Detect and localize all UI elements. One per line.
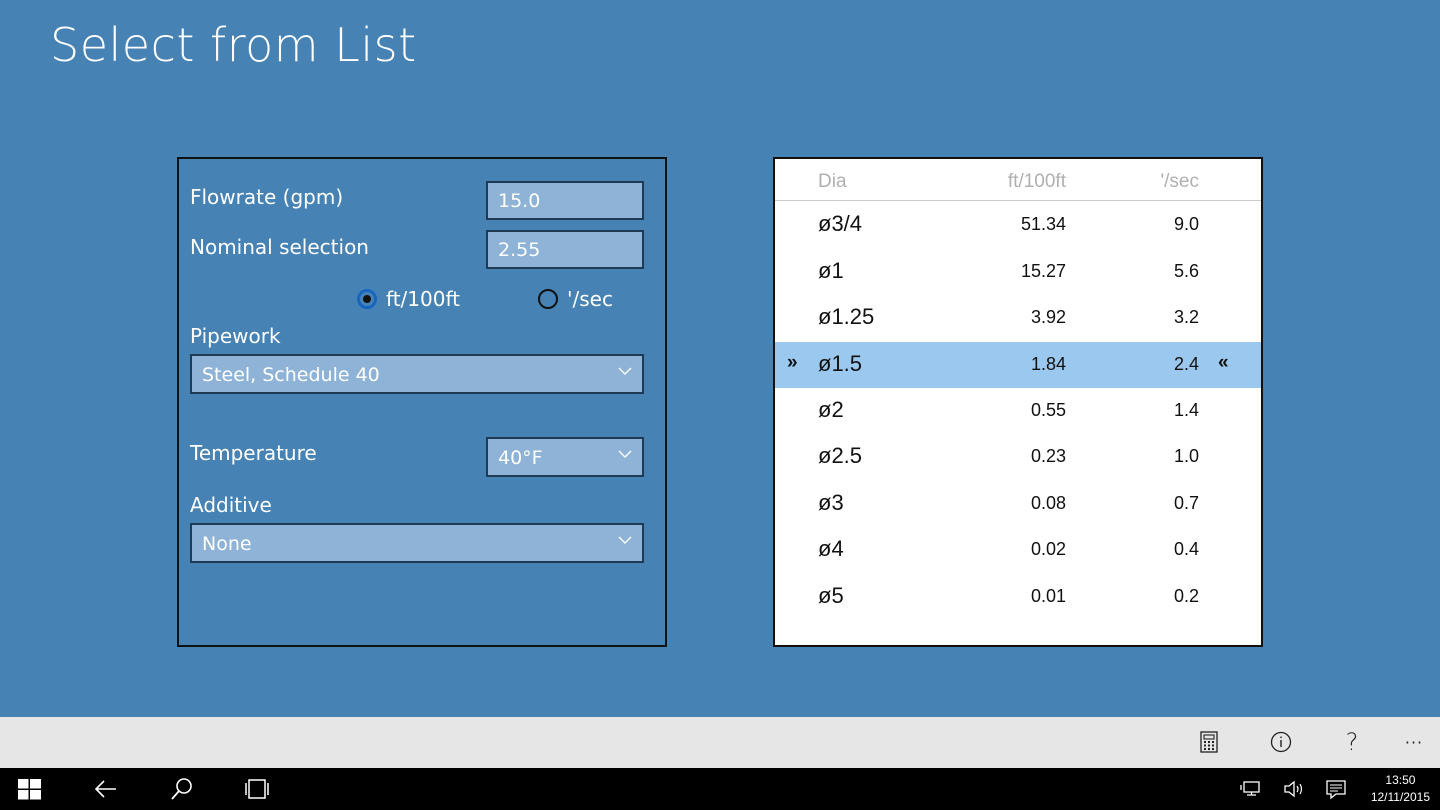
more-button[interactable]: ··· <box>1401 729 1427 755</box>
ft-per-sec-cell: 3.2 <box>1173 307 1199 328</box>
dia-cell: ø3/4 <box>818 211 863 237</box>
app-bar: ? ··· <box>0 717 1440 768</box>
dia-cell: ø1 <box>818 257 844 283</box>
ft-per-100ft-cell: 1.84 <box>1030 353 1066 374</box>
ft-per-sec-cell: 0.4 <box>1173 539 1199 560</box>
column-header-ft-per-100ft: ft/100ft <box>1007 171 1066 192</box>
additive-label: Additive <box>190 493 272 517</box>
table-row[interactable]: ø5 0.01 0.2 <box>775 574 1261 620</box>
table-row[interactable]: ø3/4 51.34 9.0 <box>775 202 1261 248</box>
temperature-label: Temperature <box>190 441 317 465</box>
chevron-down-icon <box>618 536 632 544</box>
ft-per-sec-cell: 1.0 <box>1173 446 1199 467</box>
table-row[interactable]: » « ø1.5 1.84 2.4 <box>775 341 1261 388</box>
additive-value: None <box>202 533 252 555</box>
ft-per-sec-cell: 0.2 <box>1173 585 1199 606</box>
help-button[interactable]: ? <box>1339 728 1365 756</box>
calculator-icon <box>1200 731 1218 753</box>
clock-date: 12/11/2015 <box>1370 790 1430 804</box>
ft-per-100ft-cell: 3.92 <box>1030 307 1066 328</box>
dia-cell: ø2 <box>818 396 844 422</box>
ft-per-sec-cell: 1.4 <box>1173 399 1199 420</box>
column-header-dia: Dia <box>818 171 847 192</box>
dia-cell: ø1.25 <box>818 304 875 330</box>
ft-per-sec-cell: 2.4 <box>1173 353 1199 374</box>
pipework-value: Steel, Schedule 40 <box>202 364 380 386</box>
flowrate-label: Flowrate (gpm) <box>190 185 344 209</box>
volume-icon[interactable] <box>1280 776 1308 802</box>
table-row[interactable]: ø2.5 0.23 1.0 <box>775 434 1261 480</box>
back-arrow-icon[interactable] <box>92 776 120 802</box>
network-icon[interactable] <box>1238 776 1266 802</box>
ft-per-100ft-cell: 0.01 <box>1030 585 1066 606</box>
help-icon: ? <box>1345 728 1359 756</box>
pipework-label: Pipework <box>190 324 281 348</box>
table-rows: ø1/2214.8815.8ø3/451.349.0ø115.275.6ø1.2… <box>775 159 1261 620</box>
info-button[interactable] <box>1268 729 1294 755</box>
table-row[interactable]: ø1 15.27 5.6 <box>775 249 1261 295</box>
selection-marker-left: » <box>787 351 798 373</box>
selection-marker-right: « <box>1218 351 1229 373</box>
table-header: Dia ft/100ft '/sec <box>775 159 1261 201</box>
chevron-down-icon <box>618 450 632 458</box>
additive-select[interactable]: None <box>190 523 644 563</box>
radio-unselected-icon <box>538 289 558 309</box>
table-row[interactable]: ø3 0.08 0.7 <box>775 481 1261 527</box>
results-table[interactable]: Dia ft/100ft '/sec ø1/2214.8815.8ø3/451.… <box>773 157 1263 647</box>
task-view-icon[interactable] <box>243 776 271 802</box>
taskbar: 13:50 12/11/2015 <box>0 768 1440 810</box>
temperature-select[interactable]: 40°F <box>486 437 644 477</box>
ft-per-sec-cell: 9.0 <box>1173 214 1199 235</box>
input-form-panel: Flowrate (gpm) 15.0 Nominal selection 2.… <box>177 157 667 647</box>
column-header-ft-per-sec: '/sec <box>1160 171 1199 192</box>
radio-selected-icon <box>357 289 377 309</box>
ft-per-100ft-cell: 0.23 <box>1030 446 1066 467</box>
chevron-down-icon <box>618 367 632 375</box>
action-center-icon[interactable] <box>1322 776 1350 802</box>
ft-per-100ft-cell: 0.08 <box>1030 492 1066 513</box>
ft-per-sec-cell: 0.7 <box>1173 492 1199 513</box>
radio-ft-label: ft/100ft <box>386 287 460 311</box>
clock-time: 13:50 <box>1385 773 1416 787</box>
radio-ft-per-sec[interactable]: '/sec <box>538 287 613 311</box>
info-icon <box>1270 731 1292 753</box>
pipework-select[interactable]: Steel, Schedule 40 <box>190 354 644 394</box>
temperature-value: 40°F <box>498 447 543 469</box>
nominal-selection-input[interactable]: 2.55 <box>486 230 644 269</box>
more-icon: ··· <box>1404 732 1424 752</box>
dia-cell: ø1.5 <box>818 350 863 376</box>
table-row[interactable]: ø2 0.55 1.4 <box>775 388 1261 434</box>
table-row[interactable]: ø4 0.02 0.4 <box>775 527 1261 573</box>
nominal-selection-label: Nominal selection <box>190 235 369 259</box>
table-row[interactable]: ø1.25 3.92 3.2 <box>775 295 1261 341</box>
dia-cell: ø4 <box>818 536 844 562</box>
calculator-button[interactable] <box>1196 729 1222 755</box>
dia-cell: ø3 <box>818 489 844 515</box>
dia-cell: ø5 <box>818 582 844 608</box>
ft-per-100ft-cell: 0.55 <box>1030 399 1066 420</box>
ft-per-sec-cell: 5.6 <box>1173 260 1199 281</box>
search-icon[interactable] <box>168 776 196 802</box>
dia-cell: ø2.5 <box>818 443 863 469</box>
taskbar-clock[interactable]: 13:50 12/11/2015 <box>1371 772 1430 806</box>
flowrate-input[interactable]: 15.0 <box>486 181 644 220</box>
windows-start-icon[interactable] <box>16 776 44 802</box>
ft-per-100ft-cell: 0.02 <box>1030 539 1066 560</box>
radio-sec-label: '/sec <box>567 287 613 311</box>
ft-per-100ft-cell: 15.27 <box>1020 260 1066 281</box>
radio-ft-per-100ft[interactable]: ft/100ft <box>357 287 460 311</box>
page-title: Select from List <box>50 18 417 72</box>
ft-per-100ft-cell: 51.34 <box>1020 214 1066 235</box>
